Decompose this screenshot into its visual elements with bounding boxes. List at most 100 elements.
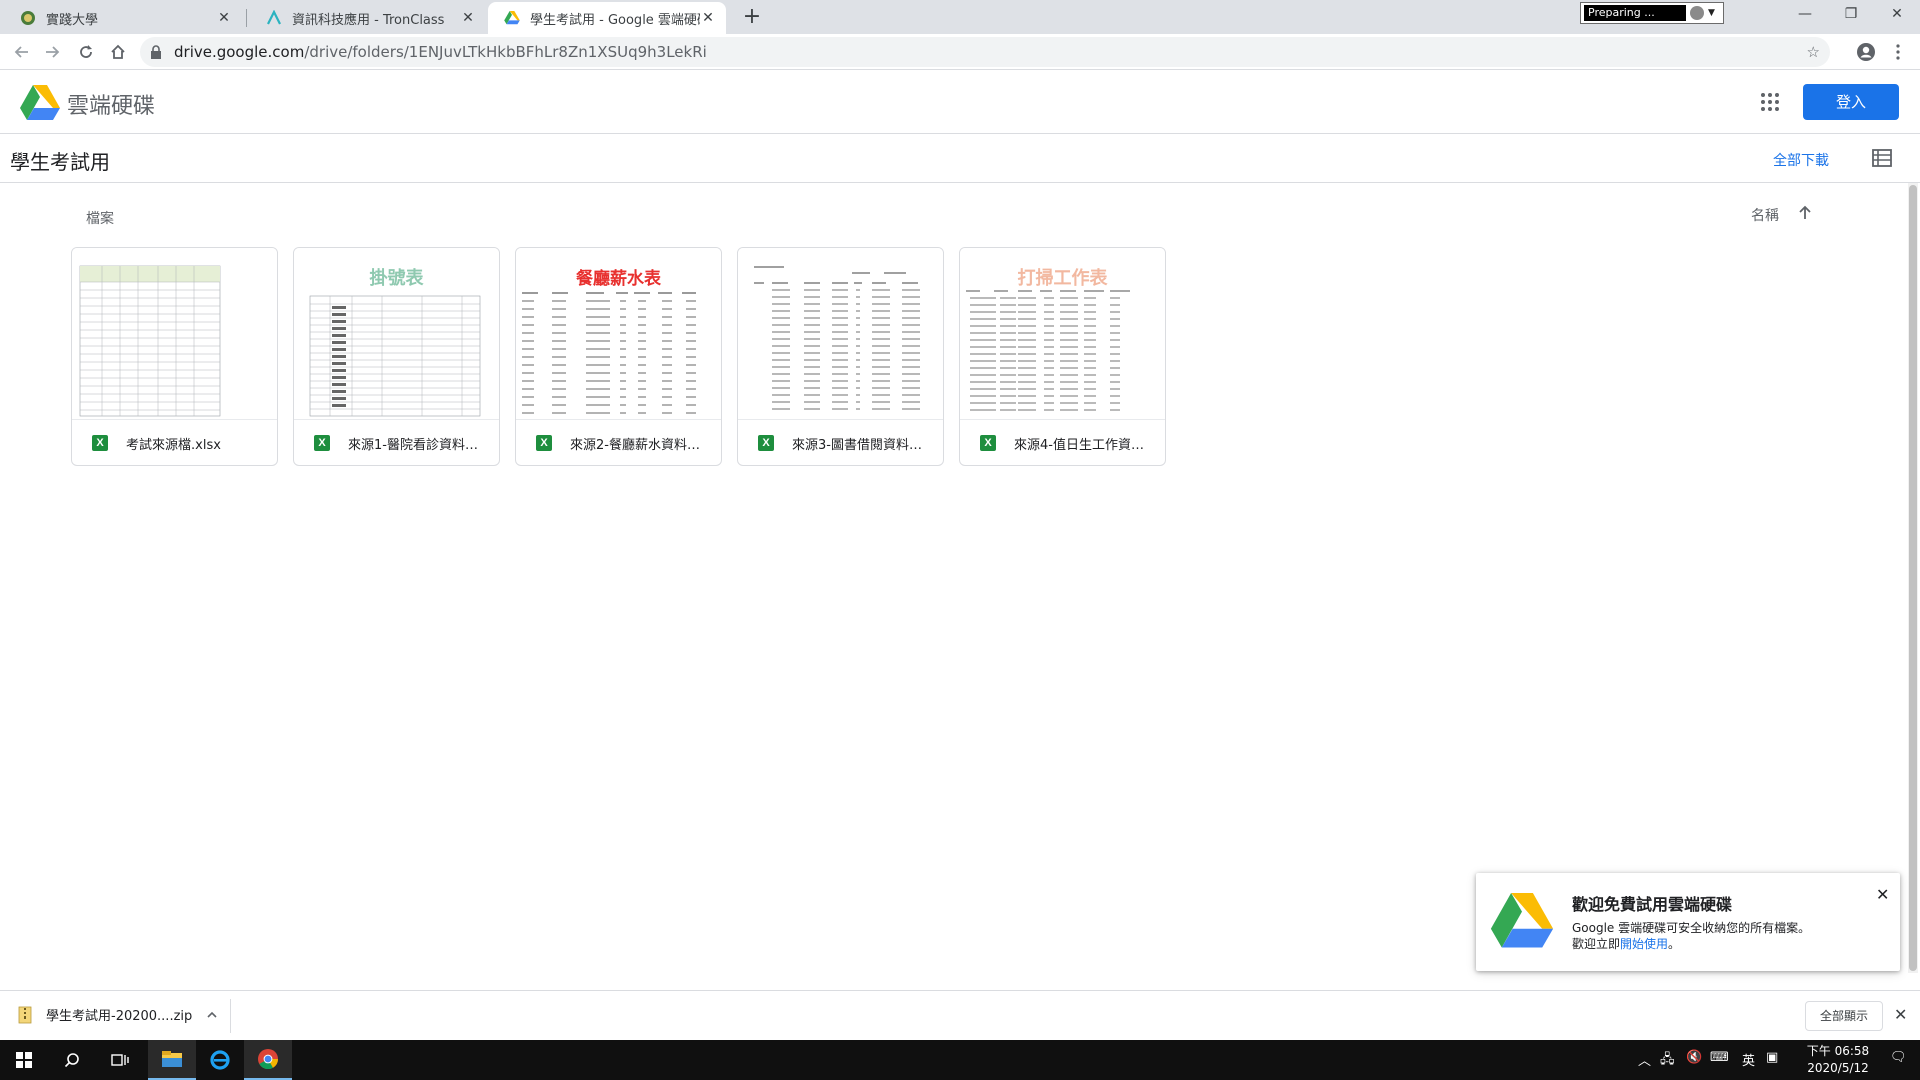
- recorder-widget[interactable]: Preparing ... ▼: [1580, 2, 1724, 24]
- account-circle-icon: [1857, 43, 1875, 61]
- scrollbar-thumb[interactable]: [1909, 185, 1917, 971]
- browser-menu-button[interactable]: [1884, 38, 1912, 66]
- close-tab-icon[interactable]: ✕: [216, 10, 232, 26]
- close-tab-icon[interactable]: ✕: [700, 10, 716, 26]
- file-thumbnail: [738, 248, 943, 420]
- reload-button[interactable]: [72, 38, 100, 66]
- file-explorer-taskbar-button[interactable]: [148, 1040, 196, 1080]
- bookmark-star-icon[interactable]: ☆: [1807, 43, 1820, 61]
- kebab-menu-icon: [1896, 44, 1900, 60]
- file-card[interactable]: X 來源3-圖書借閱資料管...: [737, 247, 944, 466]
- university-favicon-icon: [20, 10, 36, 26]
- internet-explorer-icon: [210, 1050, 230, 1070]
- back-arrow-icon: [14, 46, 28, 58]
- excel-file-icon: X: [536, 435, 552, 451]
- internet-explorer-taskbar-button[interactable]: [196, 1040, 244, 1080]
- file-card[interactable]: 打掃工作表 X 來源4-值日生工作資料...: [959, 247, 1166, 466]
- file-meta: X 來源2-餐廳薪水資料管...: [516, 420, 721, 465]
- minimize-window-button[interactable]: —: [1782, 0, 1828, 30]
- windows-logo-icon: [16, 1052, 32, 1068]
- file-card[interactable]: X 考試來源檔.xlsx: [71, 247, 278, 466]
- file-thumbnail: 打掃工作表: [960, 248, 1165, 420]
- lock-icon: [150, 45, 164, 59]
- file-name: 來源4-值日生工作資料...: [1014, 437, 1155, 453]
- chevron-up-icon[interactable]: ︿: [1638, 1050, 1651, 1069]
- ime-mode-icon[interactable]: ▣: [1766, 1050, 1778, 1065]
- notification-center-icon[interactable]: 🗨: [1890, 1050, 1907, 1065]
- folder-icon: [162, 1051, 182, 1067]
- url-host: drive.google.com: [174, 43, 305, 61]
- tab-title: 實踐大學: [46, 12, 99, 28]
- chevron-up-icon[interactable]: [206, 1009, 218, 1021]
- file-name: 來源1-醫院看診資料管...: [348, 437, 489, 453]
- excel-file-icon: X: [980, 435, 996, 451]
- download-item[interactable]: 學生考試用-20200....zip: [18, 1005, 218, 1024]
- file-card[interactable]: 掛號表 X 來源1-醫院看診資料管...: [293, 247, 500, 466]
- product-name[interactable]: 雲端硬碟: [67, 88, 155, 120]
- start-button[interactable]: [0, 1040, 48, 1080]
- google-drive-logo-icon[interactable]: [20, 85, 60, 121]
- list-view-icon[interactable]: [1872, 149, 1892, 167]
- file-card[interactable]: 餐廳薪水表 X 來源2-餐廳薪水資料管...: [515, 247, 722, 466]
- promo-line: Google 雲端硬碟可安全收納您的所有檔案。: [1572, 921, 1811, 935]
- home-button[interactable]: [104, 38, 132, 66]
- browser-tab-tronclass[interactable]: 資訊科技應用 - TronClass ✕: [250, 2, 486, 34]
- file-meta: X 來源1-醫院看診資料管...: [294, 420, 499, 465]
- file-meta: X 考試來源檔.xlsx: [72, 420, 277, 465]
- browser-tab-strip: 實踐大學 ✕ 資訊科技應用 - TronClass ✕ 學生考試用 - Goog…: [0, 0, 1920, 34]
- excel-file-icon: X: [92, 435, 108, 451]
- network-icon[interactable]: 🖧: [1660, 1050, 1675, 1072]
- tronclass-favicon-icon: [266, 10, 282, 26]
- task-view-icon: [111, 1054, 129, 1066]
- forward-button[interactable]: [38, 38, 66, 66]
- google-apps-icon[interactable]: [1760, 92, 1780, 112]
- download-shelf: 學生考試用-20200....zip 全部顯示 ✕: [0, 990, 1920, 1040]
- browser-toolbar: drive.google.com/drive/folders/1ENJuvLTk…: [0, 34, 1920, 70]
- download-filename: 學生考試用-20200....zip: [46, 1009, 193, 1024]
- task-view-button[interactable]: [96, 1040, 144, 1080]
- folder-bar: 學生考試用 全部下載: [0, 134, 1920, 183]
- excel-file-icon: X: [314, 435, 330, 451]
- chrome-taskbar-button[interactable]: [244, 1040, 292, 1080]
- file-meta: X 來源4-值日生工作資料...: [960, 420, 1165, 465]
- drive-favicon-icon: [504, 10, 520, 26]
- home-icon: [111, 44, 125, 59]
- address-bar[interactable]: drive.google.com/drive/folders/1ENJuvLTk…: [140, 37, 1830, 67]
- volume-muted-icon[interactable]: 🔇: [1686, 1050, 1702, 1065]
- sort-ascending-arrow-icon[interactable]: [1796, 204, 1814, 222]
- close-icon[interactable]: ✕: [1894, 1005, 1907, 1024]
- promo-line: 歡迎立即開始使用。: [1572, 936, 1810, 952]
- show-all-downloads-button[interactable]: 全部顯示: [1805, 1001, 1883, 1031]
- back-button[interactable]: [8, 38, 36, 66]
- get-started-link[interactable]: 開始使用: [1620, 937, 1668, 951]
- profile-button[interactable]: [1852, 38, 1880, 66]
- folder-title: 學生考試用: [10, 150, 110, 174]
- new-tab-button[interactable]: +: [738, 4, 766, 32]
- sign-in-button[interactable]: 登入: [1803, 84, 1899, 120]
- clock-time: 下午 06:58: [1806, 1044, 1870, 1058]
- restore-window-button[interactable]: ❐: [1828, 0, 1874, 30]
- windows-taskbar: ︿ 🖧 🔇 ⌨ 英 ▣ 下午 06:58 2020/5/12 🗨: [0, 1040, 1920, 1080]
- excel-file-icon: X: [758, 435, 774, 451]
- search-icon: [64, 1053, 79, 1068]
- browser-tab-university[interactable]: 實踐大學 ✕: [4, 2, 242, 34]
- close-window-button[interactable]: ✕: [1874, 0, 1920, 30]
- clock-date: 2020/5/12: [1807, 1061, 1869, 1075]
- promo-title: 歡迎免費試用雲端硬碟: [1572, 895, 1733, 914]
- page-scrollbar[interactable]: [1908, 183, 1918, 973]
- record-icon[interactable]: [1690, 6, 1704, 20]
- close-icon[interactable]: ✕: [1876, 885, 1889, 904]
- system-clock[interactable]: 下午 06:58 2020/5/12: [1790, 1043, 1886, 1077]
- url-path: /drive/folders/1ENJuvLTkHkbBFhLr8Zn1XSUq…: [304, 43, 707, 61]
- zip-file-icon: [18, 1006, 32, 1023]
- close-tab-icon[interactable]: ✕: [460, 10, 476, 26]
- search-button[interactable]: [48, 1040, 96, 1080]
- ime-language-indicator[interactable]: 英: [1742, 1050, 1755, 1069]
- file-name: 來源2-餐廳薪水資料管...: [570, 437, 711, 453]
- browser-tab-drive[interactable]: 學生考試用 - Google 雲端硬碟 ✕: [488, 2, 726, 34]
- keyboard-icon[interactable]: ⌨: [1710, 1050, 1729, 1065]
- download-all-link[interactable]: 全部下載: [1773, 150, 1829, 170]
- recorder-status: Preparing ...: [1584, 5, 1686, 21]
- dropdown-caret-icon[interactable]: ▼: [1708, 8, 1715, 18]
- sort-by-name-button[interactable]: 名稱: [1751, 205, 1779, 225]
